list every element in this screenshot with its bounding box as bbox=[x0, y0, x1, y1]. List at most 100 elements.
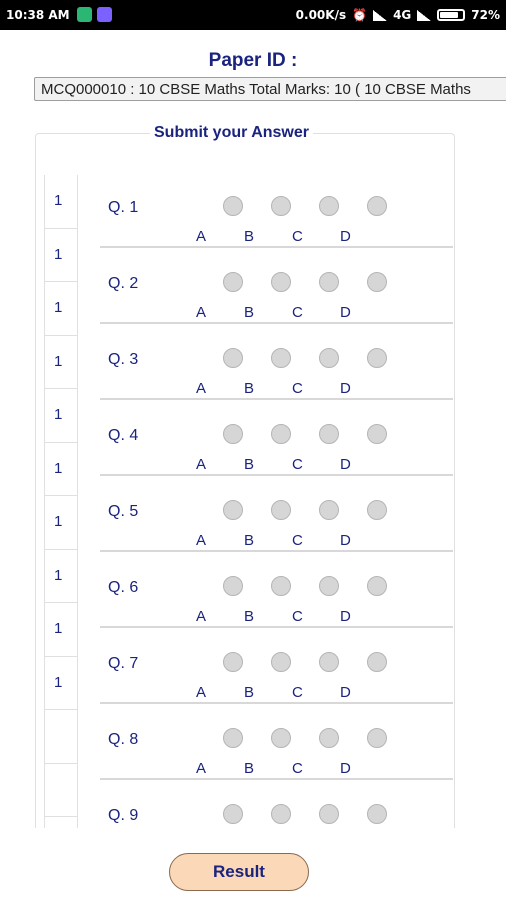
option-label: A bbox=[196, 380, 207, 397]
mark-cell: 1 bbox=[45, 336, 77, 389]
mark-cell: 1 bbox=[45, 443, 77, 496]
option-radio[interactable] bbox=[223, 196, 243, 216]
status-indicators: 0.00K/s ⏰ 4G 72% bbox=[296, 8, 500, 22]
option-label: A bbox=[196, 456, 207, 473]
marks-column: 1111111111 bbox=[44, 175, 78, 830]
option-radio[interactable] bbox=[319, 576, 339, 596]
option-radio[interactable] bbox=[271, 728, 291, 748]
option-label: B bbox=[244, 228, 255, 245]
option-label: C bbox=[292, 228, 303, 245]
status-bar: 10:38 AM 0.00K/s ⏰ 4G 72% bbox=[0, 0, 506, 30]
option-radio[interactable] bbox=[367, 728, 387, 748]
battery-icon bbox=[437, 9, 466, 21]
option-label: D bbox=[340, 532, 351, 549]
option-radio[interactable] bbox=[367, 272, 387, 292]
option-radio[interactable] bbox=[319, 272, 339, 292]
question-row: Q. 7 A B C D bbox=[100, 629, 453, 704]
option-label: A bbox=[196, 608, 207, 625]
question-row: Q. 3 A B C D bbox=[100, 325, 453, 400]
question-row: Q. 6 A B C D bbox=[100, 553, 453, 628]
question-label: Q. 7 bbox=[108, 655, 139, 672]
option-label: D bbox=[340, 228, 351, 245]
option-radio[interactable] bbox=[223, 728, 243, 748]
question-label: Q. 6 bbox=[108, 579, 139, 596]
option-radio[interactable] bbox=[271, 804, 291, 824]
signal-icon-2 bbox=[417, 9, 432, 21]
option-radio[interactable] bbox=[367, 804, 387, 824]
option-radio[interactable] bbox=[223, 652, 243, 672]
question-label: Q. 4 bbox=[108, 427, 139, 444]
question-label: Q. 8 bbox=[108, 731, 139, 748]
question-row: Q. 8 A B C D bbox=[100, 705, 453, 780]
mark-cell: 1 bbox=[45, 496, 77, 550]
option-label: B bbox=[244, 304, 255, 321]
option-radio[interactable] bbox=[271, 272, 291, 292]
paper-id-select[interactable]: MCQ000010 : 10 CBSE Maths Total Marks: 1… bbox=[34, 77, 506, 101]
option-radio[interactable] bbox=[319, 500, 339, 520]
shield-icon bbox=[77, 7, 92, 22]
option-label: A bbox=[196, 684, 207, 701]
option-radio[interactable] bbox=[319, 652, 339, 672]
option-label: C bbox=[292, 532, 303, 549]
option-radio[interactable] bbox=[367, 348, 387, 368]
question-label: Q. 2 bbox=[108, 275, 139, 292]
option-label: C bbox=[292, 760, 303, 777]
option-label: C bbox=[292, 608, 303, 625]
option-radio[interactable] bbox=[271, 576, 291, 596]
mark-cell: 1 bbox=[45, 282, 77, 336]
option-label: A bbox=[196, 304, 207, 321]
option-label: D bbox=[340, 380, 351, 397]
app-notification-icon bbox=[97, 7, 112, 22]
option-label: D bbox=[340, 684, 351, 701]
network-type: 4G bbox=[393, 8, 412, 22]
option-radio[interactable] bbox=[367, 196, 387, 216]
option-label: D bbox=[340, 760, 351, 777]
clock: 10:38 AM bbox=[6, 8, 70, 22]
question-row: Q. 5 A B C D bbox=[100, 477, 453, 552]
option-radio[interactable] bbox=[271, 652, 291, 672]
option-label: B bbox=[244, 608, 255, 625]
option-label: B bbox=[244, 380, 255, 397]
option-radio[interactable] bbox=[319, 196, 339, 216]
option-label: D bbox=[340, 304, 351, 321]
question-label: Q. 9 bbox=[108, 807, 139, 824]
option-label: C bbox=[292, 456, 303, 473]
option-label: D bbox=[340, 608, 351, 625]
signal-icon bbox=[373, 9, 388, 21]
option-radio[interactable] bbox=[223, 424, 243, 444]
network-speed: 0.00K/s bbox=[295, 8, 347, 22]
option-label: C bbox=[292, 380, 303, 397]
question-label: Q. 5 bbox=[108, 503, 139, 520]
option-radio[interactable] bbox=[223, 576, 243, 596]
option-radio[interactable] bbox=[223, 348, 243, 368]
option-radio[interactable] bbox=[223, 500, 243, 520]
option-radio[interactable] bbox=[367, 500, 387, 520]
question-row: Q. 4 A B C D bbox=[100, 401, 453, 476]
option-radio[interactable] bbox=[319, 804, 339, 824]
option-radio[interactable] bbox=[367, 424, 387, 444]
option-radio[interactable] bbox=[271, 424, 291, 444]
option-radio[interactable] bbox=[271, 348, 291, 368]
option-label: B bbox=[244, 456, 255, 473]
question-row: Q. 1 A B C D bbox=[100, 173, 453, 248]
alarm-icon: ⏰ bbox=[352, 8, 368, 22]
battery-percent: 72% bbox=[471, 8, 500, 22]
option-radio[interactable] bbox=[271, 500, 291, 520]
option-radio[interactable] bbox=[223, 272, 243, 292]
question-row: Q. 2 A B C D bbox=[100, 249, 453, 324]
mark-cell: 1 bbox=[45, 389, 77, 443]
option-radio[interactable] bbox=[367, 652, 387, 672]
mark-cell: 1 bbox=[45, 229, 77, 282]
option-radio[interactable] bbox=[319, 348, 339, 368]
option-radio[interactable] bbox=[367, 576, 387, 596]
option-radio[interactable] bbox=[319, 728, 339, 748]
mark-cell: 1 bbox=[45, 175, 77, 229]
option-radio[interactable] bbox=[223, 804, 243, 824]
question-label: Q. 1 bbox=[108, 199, 139, 216]
result-button[interactable]: Result bbox=[169, 853, 309, 891]
option-radio[interactable] bbox=[319, 424, 339, 444]
mark-cell bbox=[45, 764, 77, 817]
page-title: Paper ID : bbox=[208, 50, 298, 71]
option-label: C bbox=[292, 684, 303, 701]
option-radio[interactable] bbox=[271, 196, 291, 216]
